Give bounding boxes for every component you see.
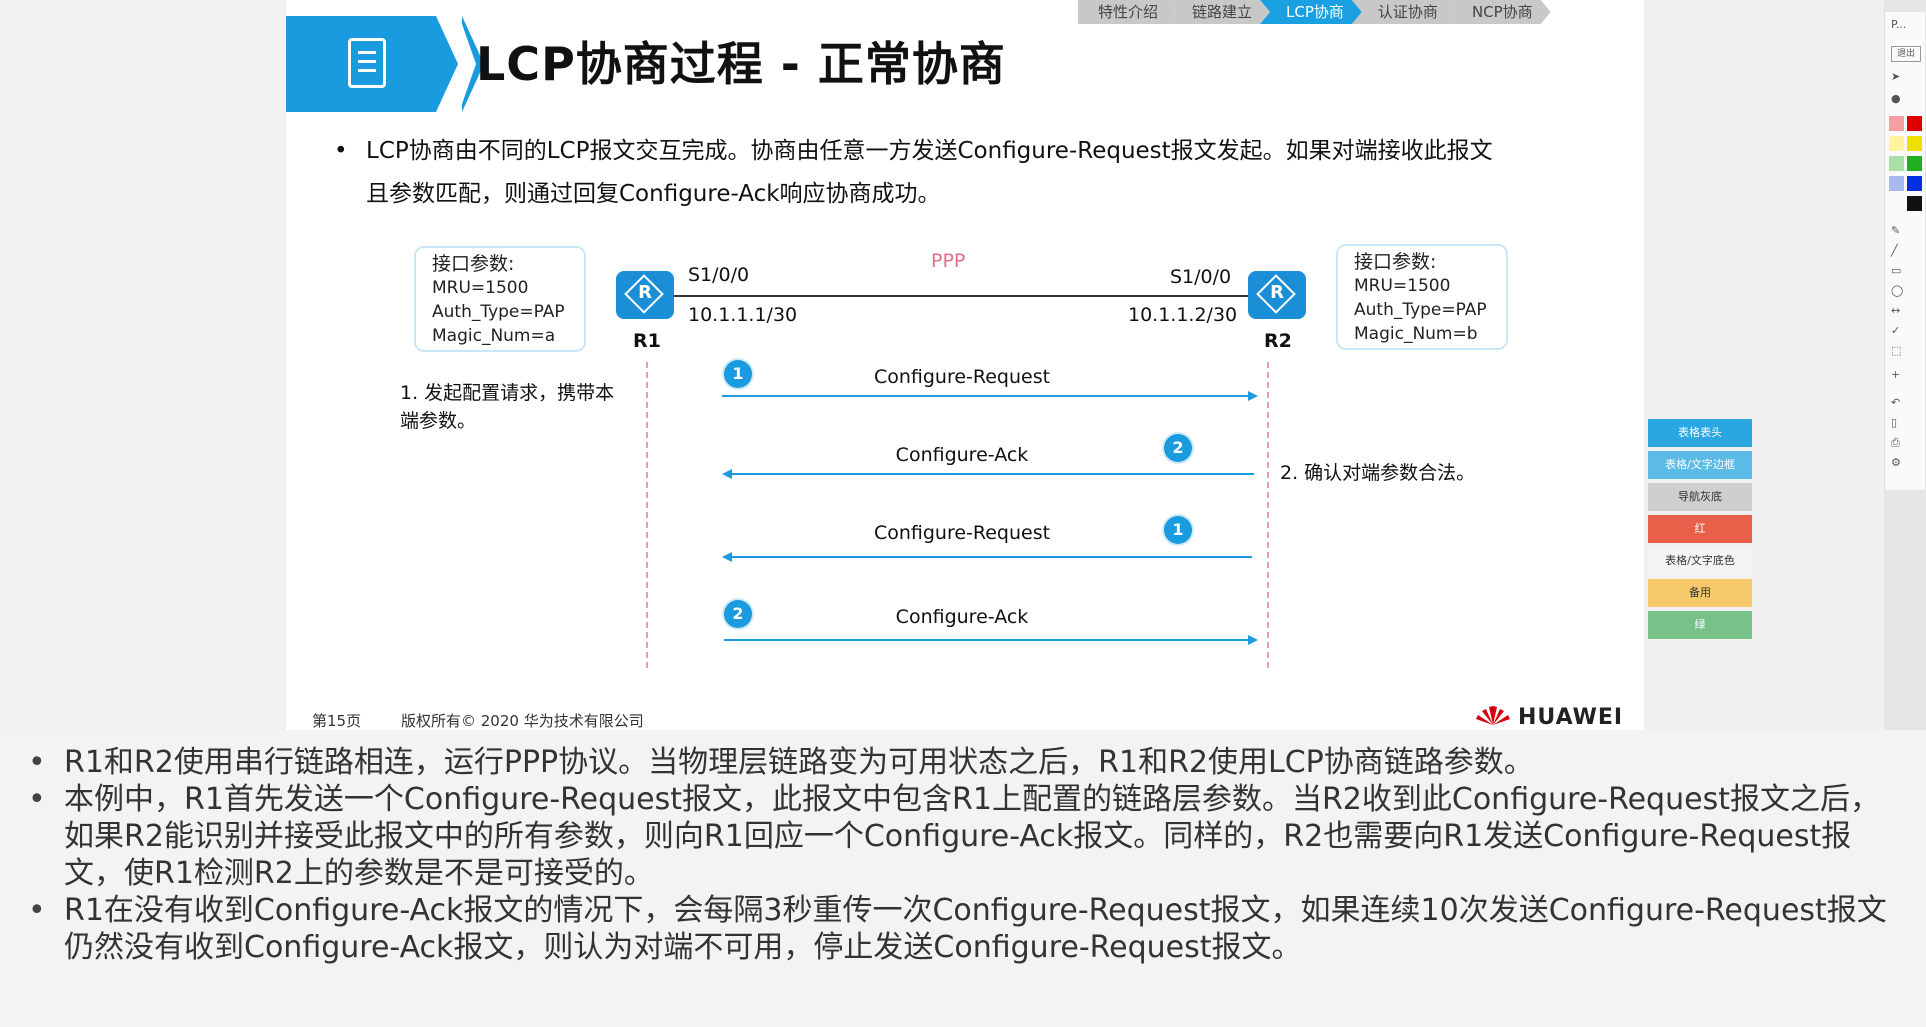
arrow-icon[interactable]: ↔ [1891,304,1905,318]
left-gutter [0,0,286,730]
message-3-badge: 1 [1164,516,1192,544]
message-4-badge: 2 [724,600,752,628]
r2-params-header: 接口参数: [1354,251,1437,273]
message-4-label: Configure-Ack [895,606,1029,628]
step1-line2: 端参数。 [400,410,477,432]
step2-text: 2. 确认对端参数合法。 [1280,462,1476,484]
print-icon[interactable]: ⎙ [1891,436,1905,450]
router-r2-icon: R [1248,271,1306,319]
r1-params-box: 接口参数: MRU=1500 Auth_Type=PAP Magic_Num=a [414,246,586,352]
message-1-badge: 1 [724,360,752,388]
speaker-notes[interactable]: R1和R2使用串行链路相连，运行PPP协议。当物理层链路变为可用状态之后，R1和… [0,730,1926,1027]
r2-timeline [1267,362,1269,668]
document-icon [348,38,386,88]
nav-tab-ncp[interactable]: NCP协商 [1446,0,1551,24]
note-item: 本例中，R1首先发送一个Configure-Request报文，此报文中包含R1… [28,781,1904,892]
style-table-header[interactable]: 表格表头 [1648,419,1752,447]
plus-icon[interactable]: + [1891,368,1905,382]
color-swatch[interactable] [1907,196,1922,211]
r1-params-header: 接口参数: [432,253,515,275]
r1-mru: MRU=1500 [432,278,529,298]
r2-auth: Auth_Type=PAP [1354,300,1487,320]
pointer-icon[interactable]: ➤ [1891,70,1905,84]
style-nav-gray[interactable]: 导航灰底 [1648,483,1752,511]
style-table-border[interactable]: 表格/文字边框 [1648,451,1752,479]
r1-auth: Auth_Type=PAP [432,302,565,322]
color-swatch[interactable] [1907,116,1922,131]
message-4-line [724,639,1250,641]
r2-params-box: 接口参数: MRU=1500 Auth_Type=PAP Magic_Num=b [1336,244,1508,350]
message-1-line [722,395,1250,397]
router-r1-icon: R [616,271,674,319]
huawei-wordmark: HUAWEI [1518,705,1624,730]
settings-icon[interactable]: ⚙ [1891,456,1905,470]
nav-tab-intro[interactable]: 特性介绍 [1078,0,1176,24]
annotation-toolbar: P... 退出 ➤ ● ✎ ╱ ▭ ◯ ↔ ✓ ⬚ + ↶ ▯ ⎙ ⚙ [1884,12,1925,490]
select-icon[interactable]: ⬚ [1891,344,1905,358]
rectangle-icon[interactable]: ▭ [1891,264,1905,278]
r1-interface: S1/0/0 [688,264,750,286]
title-banner [286,16,458,112]
slide-copyright: 版权所有© 2020 华为技术有限公司 [401,712,644,730]
r1-ip: 10.1.1.1/30 [688,304,798,326]
arrow-right-icon [1248,391,1258,401]
intro-line-2: 且参数匹配，则通过回复Configure-Ack响应协商成功。 [366,181,941,207]
r2-label: R2 [1264,330,1292,352]
intro-line-1: LCP协商由不同的LCP报文交互完成。协商由任意一方发送Configure-Re… [366,138,1493,164]
message-1-label: Configure-Request [873,366,1051,388]
color-swatch[interactable] [1889,136,1904,151]
color-swatch[interactable] [1907,156,1922,171]
style-text-bg[interactable]: 表格/文字底色 [1648,547,1752,575]
dot-icon[interactable]: ● [1891,92,1905,106]
arrow-left-icon [722,469,732,479]
color-swatch[interactable] [1889,156,1904,171]
color-swatch[interactable] [1907,136,1922,151]
nav-tab-auth[interactable]: 认证协商 [1352,0,1456,24]
step1-line1: 1. 发起配置请求，携带本 [400,382,615,404]
check-icon[interactable]: ✓ [1891,324,1905,338]
r2-magic: Magic_Num=b [1354,324,1478,344]
slide-page-number: 第15页 [312,712,362,730]
r2-interface: S1/0/0 [1170,266,1232,288]
toolbar-title: P... [1891,18,1907,31]
ppp-label: PPP [931,250,966,272]
message-3-line [730,556,1252,558]
serial-link [674,295,1248,297]
slide-canvas: 特性介绍 链路建立 LCP协商 认证协商 NCP协商 LCP协商过程 - 正常协… [286,0,1644,730]
arrow-left-icon [722,552,732,562]
ellipse-icon[interactable]: ◯ [1891,284,1905,298]
r1-label: R1 [633,330,661,352]
section-nav: 特性介绍 链路建立 LCP协商 认证协商 NCP协商 [1078,0,1551,24]
page-title: LCP协商过程 - 正常协商 [476,37,1006,91]
exit-button[interactable]: 退出 [1891,46,1921,62]
r2-mru: MRU=1500 [1354,276,1451,296]
style-panel: 表格表头 表格/文字边框 导航灰底 红 表格/文字底色 备用 绿 [1648,419,1752,643]
message-2-line [730,473,1254,475]
intro-bullet: • LCP协商由不同的LCP报文交互完成。协商由任意一方发送Configure-… [334,130,1596,216]
arrow-right-icon [1248,635,1258,645]
line-icon[interactable]: ╱ [1891,244,1905,258]
style-red[interactable]: 红 [1648,515,1752,543]
r1-magic: Magic_Num=a [432,326,556,346]
note-item: R1和R2使用串行链路相连，运行PPP协议。当物理层链路变为可用状态之后，R1和… [28,744,1904,781]
pen-icon[interactable]: ✎ [1891,224,1905,238]
huawei-logo-icon [1476,706,1510,725]
color-swatch[interactable] [1889,176,1904,191]
undo-icon[interactable]: ↶ [1891,396,1905,410]
message-3-label: Configure-Request [873,522,1051,544]
color-swatch[interactable] [1889,116,1904,131]
note-item: R1在没有收到Configure-Ack报文的情况下，会每隔3秒重传一次Conf… [28,892,1904,966]
nav-tab-link[interactable]: 链路建立 [1166,0,1270,24]
message-2-label: Configure-Ack [895,444,1029,466]
message-2-badge: 2 [1164,434,1192,462]
r2-ip: 10.1.1.2/30 [1128,304,1238,326]
r1-timeline [646,362,648,668]
style-spare[interactable]: 备用 [1648,579,1752,607]
new-page-icon[interactable]: ▯ [1891,416,1905,430]
color-swatch[interactable] [1907,176,1922,191]
style-green[interactable]: 绿 [1648,611,1752,639]
nav-tab-lcp[interactable]: LCP协商 [1260,0,1362,24]
